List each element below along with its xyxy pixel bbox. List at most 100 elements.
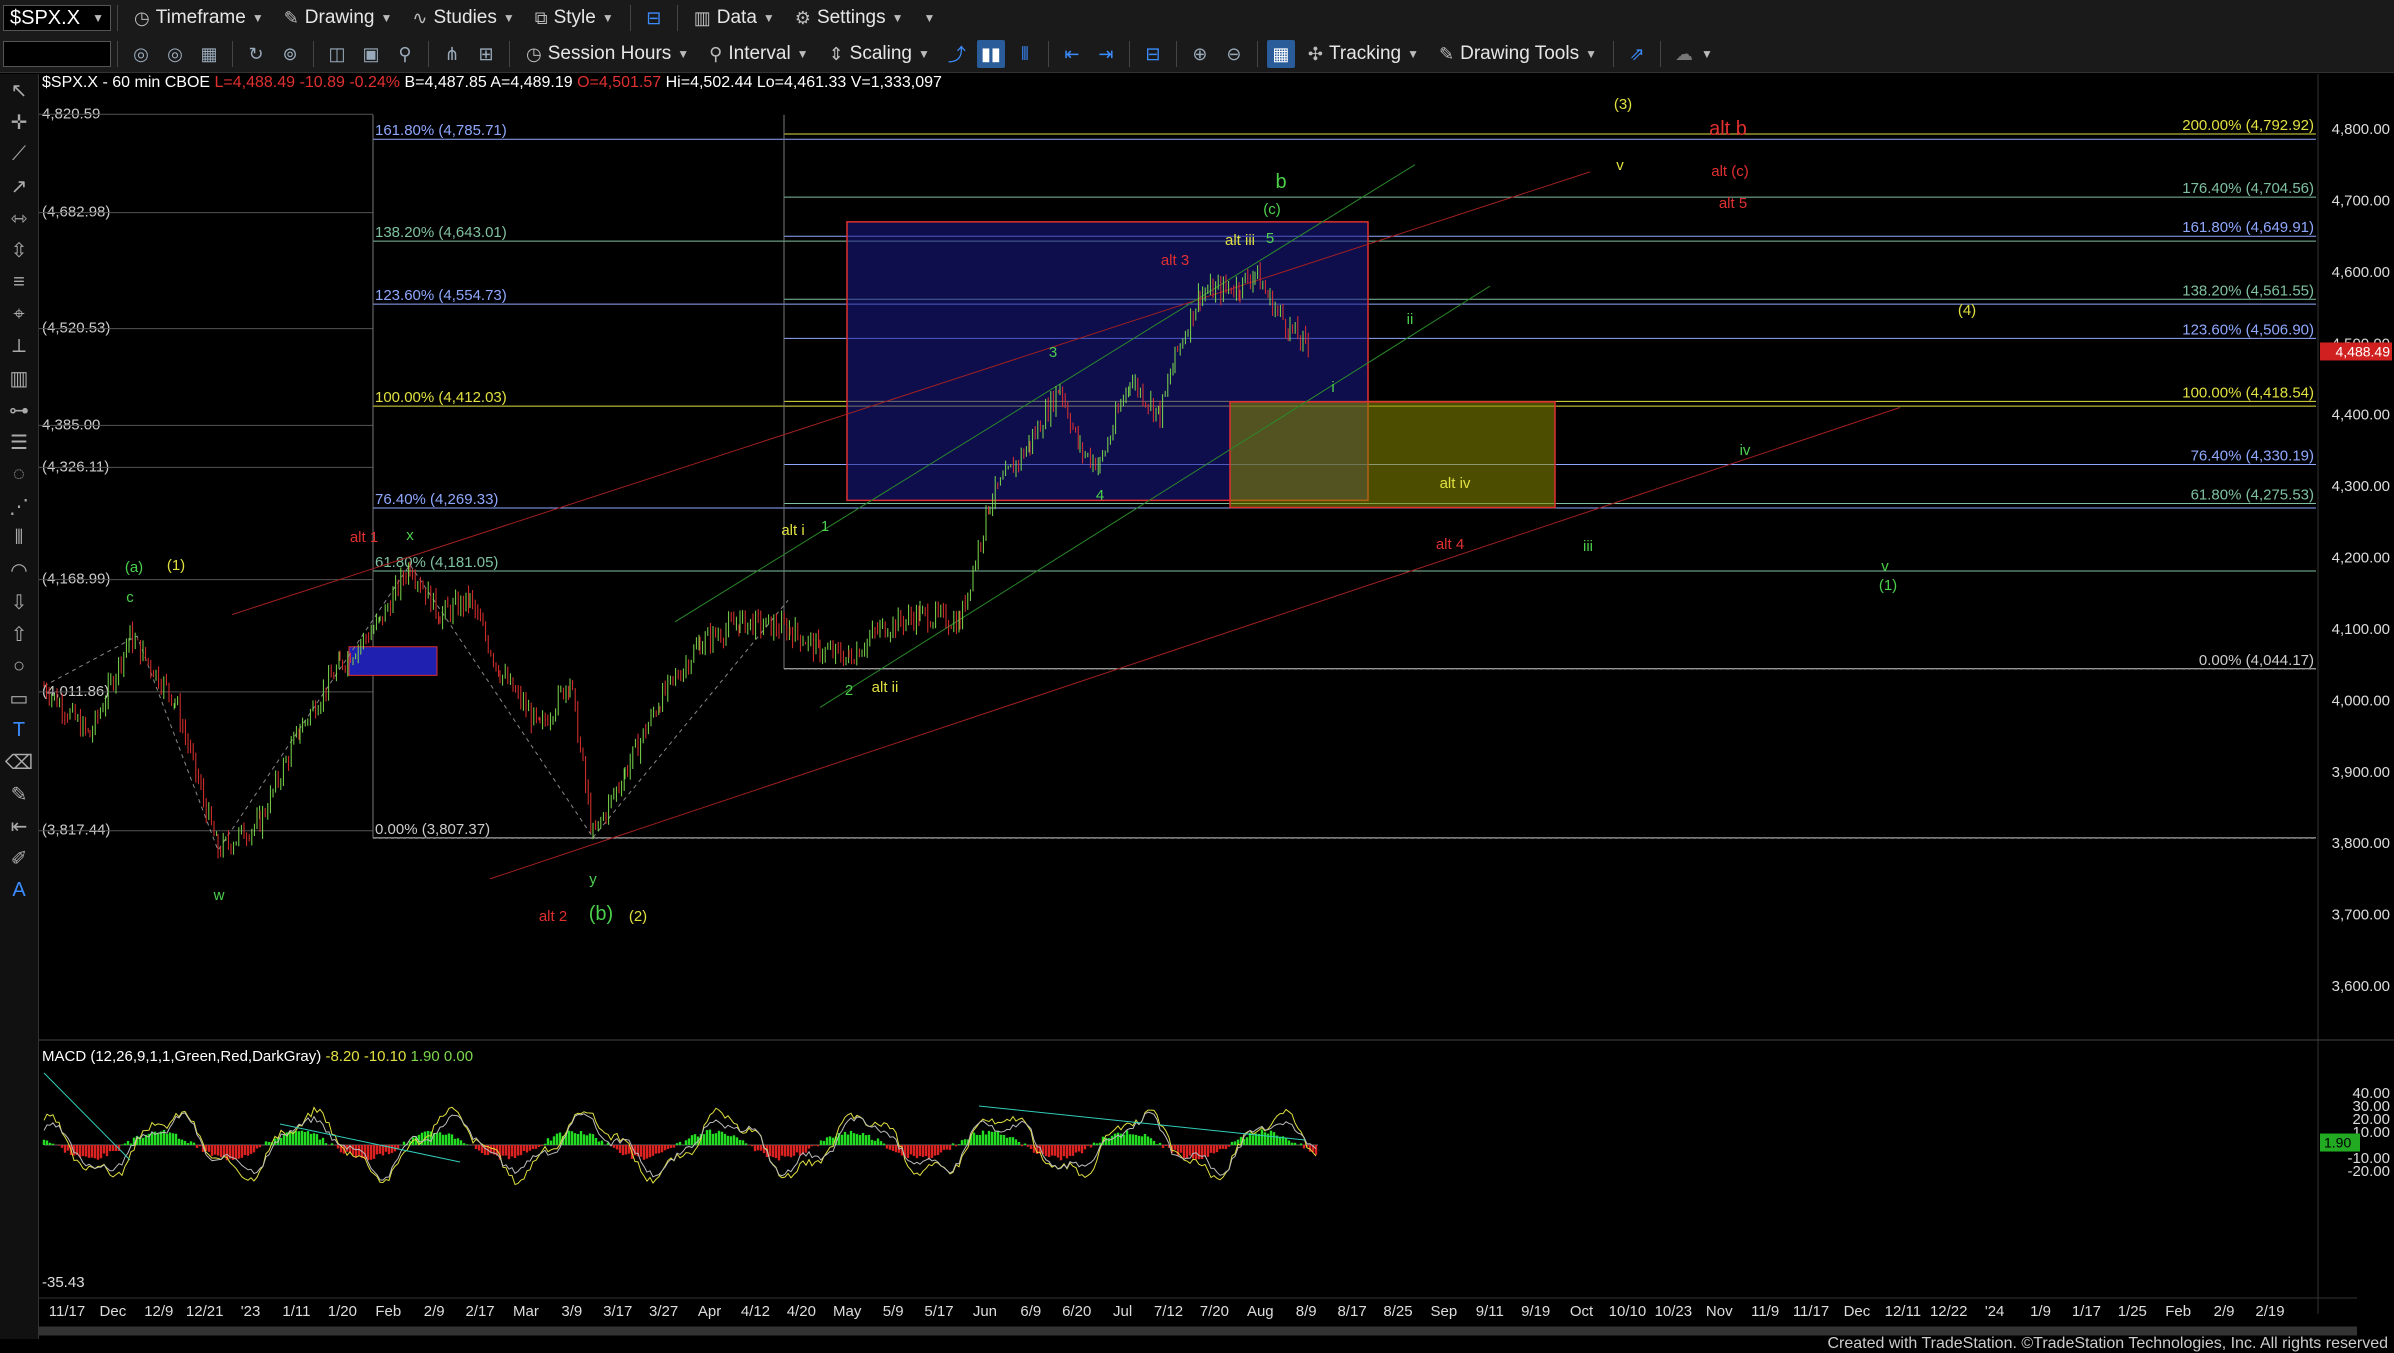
- candle-icon[interactable]: ▮▮: [976, 40, 1005, 68]
- pen-icon[interactable]: ✎: [0, 778, 38, 810]
- target-icon[interactable]: ⊚: [276, 40, 304, 68]
- wave-label: (3): [1614, 96, 1632, 113]
- export-icon[interactable]: ⇗: [1623, 40, 1651, 68]
- zoom-out-icon[interactable]: ⊖: [1220, 40, 1248, 68]
- speed-line-icon[interactable]: ⌖: [0, 298, 38, 330]
- scaling-icon: ⇕: [828, 43, 844, 64]
- circle-icon[interactable]: ◎: [161, 40, 189, 68]
- line-chart-icon[interactable]: ⤴: [943, 40, 971, 68]
- drawing-menu[interactable]: ✎ Drawing ▼: [274, 2, 403, 34]
- pencil-icon: ✎: [1439, 43, 1455, 64]
- pin-icon: ⚲: [709, 43, 723, 64]
- wave-label: i: [1331, 379, 1334, 396]
- fib-fan-icon[interactable]: ☰: [0, 426, 38, 458]
- session-hours-menu[interactable]: ◷ Session Hours ▼: [516, 38, 699, 70]
- interval-input[interactable]: [3, 41, 111, 67]
- divider: [1612, 41, 1614, 67]
- date-tick: 7/12: [1154, 1303, 1183, 1320]
- date-tick: Feb: [375, 1303, 401, 1320]
- gear-icon: ⚙: [794, 7, 811, 28]
- chevron-down-icon: ▼: [1407, 47, 1420, 61]
- overflow-menu[interactable]: ▼: [913, 2, 945, 34]
- fib-label-right: 176.40% (4,704.56): [2182, 180, 2314, 197]
- horizontal-line-icon[interactable]: ⇿: [0, 202, 38, 234]
- zoom-in-icon[interactable]: ⊕: [1186, 40, 1214, 68]
- date-tick: 2/19: [2255, 1303, 2284, 1320]
- bar-chart-icon: ▥: [693, 7, 711, 28]
- timeframe-menu[interactable]: ◷ Timeframe ▼: [124, 2, 274, 34]
- date-tick: 8/25: [1383, 1303, 1412, 1320]
- gann-icon[interactable]: ⟂: [0, 330, 38, 362]
- settings-menu[interactable]: ⚙ Settings ▼: [785, 2, 914, 34]
- channel-icon[interactable]: ≡: [0, 266, 38, 298]
- date-tick: 9/11: [1476, 1303, 1504, 1320]
- trendline-icon[interactable]: ⟋: [0, 138, 38, 170]
- fib-time-icon[interactable]: ⋰: [0, 490, 38, 522]
- cloud-icon[interactable]: ☁: [1670, 40, 1698, 68]
- layout-icon[interactable]: ⊟: [640, 4, 668, 32]
- divider: [509, 41, 510, 67]
- data-menu[interactable]: ▥ Data ▼: [684, 2, 785, 34]
- arrow-down-icon[interactable]: ⇩: [0, 586, 38, 618]
- chevron-down-icon[interactable]: ▼: [1701, 47, 1713, 61]
- andrews-pitchfork-icon[interactable]: ⫴: [0, 522, 38, 554]
- circle-icon[interactable]: ◎: [127, 40, 155, 68]
- fib-arc-icon[interactable]: ◌: [0, 458, 38, 490]
- search-icon[interactable]: ⚲: [391, 40, 419, 68]
- studies-menu[interactable]: ∿ Studies ▼: [402, 2, 524, 34]
- scaling-menu[interactable]: ⇕ Scaling ▼: [819, 38, 940, 70]
- ruler-icon[interactable]: ⇤: [0, 810, 38, 842]
- date-tick: 9/19: [1521, 1303, 1550, 1320]
- refresh-icon[interactable]: ↻: [242, 40, 270, 68]
- current-price-label: 4,488.49: [2336, 343, 2391, 359]
- highlighter-icon[interactable]: ✐: [0, 842, 38, 874]
- wave-label: iii: [1583, 538, 1593, 555]
- calendar-icon[interactable]: ▦: [195, 40, 223, 68]
- date-tick: 10/23: [1655, 1303, 1693, 1320]
- timeframe-label: Timeframe: [155, 7, 246, 28]
- price-tick: 3,700.00: [2332, 907, 2390, 924]
- tracking-menu[interactable]: ✣ Tracking ▼: [1298, 38, 1429, 70]
- ray-icon[interactable]: ↗: [0, 170, 38, 202]
- ellipse-icon[interactable]: ○: [0, 650, 38, 682]
- arc-icon[interactable]: ◠: [0, 554, 38, 586]
- scroll-right-icon[interactable]: ⇥: [1092, 40, 1120, 68]
- save-icon[interactable]: ▣: [357, 40, 385, 68]
- pointer-icon[interactable]: ↖: [0, 74, 38, 106]
- fib-extension-icon[interactable]: ⊶: [0, 394, 38, 426]
- price-tick: 4,800.00: [2332, 121, 2390, 138]
- arrow-up-icon[interactable]: ⇧: [0, 618, 38, 650]
- drawing-tools-menu[interactable]: ✎ Drawing Tools ▼: [1429, 38, 1607, 70]
- chevron-down-icon: ▼: [92, 11, 104, 25]
- price-chart[interactable]: 4,800.004,700.004,600.004,500.004,400.00…: [39, 74, 2394, 1339]
- bars-icon[interactable]: ⫴: [1011, 40, 1039, 68]
- date-tick: Oct: [1570, 1303, 1594, 1320]
- macd-current-label: 1.90: [2324, 1135, 2351, 1151]
- macd-value: -8.20: [325, 1048, 360, 1065]
- network-icon[interactable]: ⋔: [438, 40, 466, 68]
- eraser-icon[interactable]: ⌫: [0, 746, 38, 778]
- interval-menu[interactable]: ⚲ Interval ▼: [699, 38, 818, 70]
- tracking-label: Tracking: [1328, 43, 1402, 64]
- style-menu[interactable]: ⧉ Style ▼: [525, 2, 624, 34]
- scroll-left-icon[interactable]: ⇤: [1058, 40, 1086, 68]
- text-box-icon[interactable]: A: [0, 874, 38, 906]
- date-tick: 10/10: [1609, 1303, 1647, 1320]
- fib-label-right: 161.80% (4,649.91): [2182, 219, 2314, 236]
- symbol-input[interactable]: $SPX.X ▼: [3, 5, 111, 31]
- fib-retrace-icon[interactable]: ▥: [0, 362, 38, 394]
- camera-icon[interactable]: ◫: [323, 40, 351, 68]
- date-tick: 1/20: [328, 1303, 357, 1320]
- divider: [1047, 41, 1049, 67]
- window-icon[interactable]: ⊟: [1139, 40, 1167, 68]
- divider: [232, 41, 233, 67]
- rectangle-icon[interactable]: ▭: [0, 682, 38, 714]
- grid-toggle-icon[interactable]: ▦: [1266, 40, 1295, 68]
- vertical-line-icon[interactable]: ⇳: [0, 234, 38, 266]
- crosshair-icon[interactable]: ✛: [0, 106, 38, 138]
- grid-icon[interactable]: ⊞: [472, 40, 500, 68]
- date-tick: 3/9: [561, 1303, 582, 1320]
- date-tick: 3/27: [649, 1303, 678, 1320]
- text-icon[interactable]: T: [0, 714, 38, 746]
- scrollbar-thumb[interactable]: [39, 1327, 2357, 1335]
